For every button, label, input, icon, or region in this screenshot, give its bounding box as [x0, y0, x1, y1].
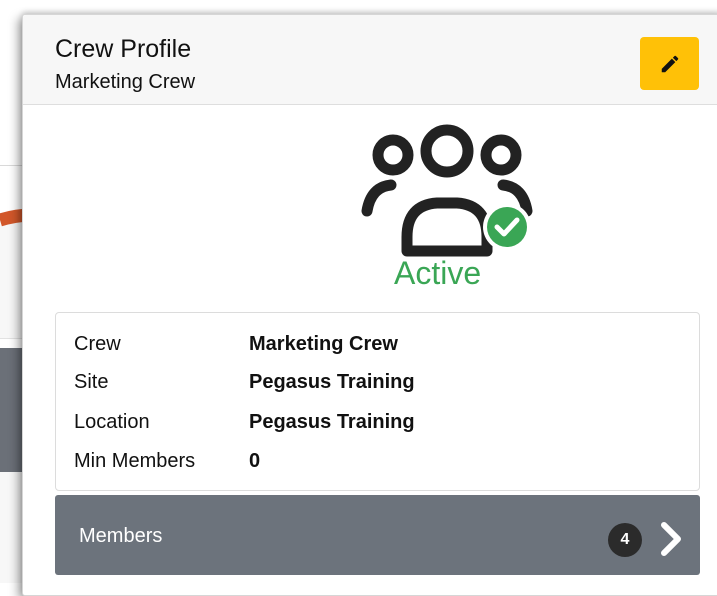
- detail-label: Min Members: [74, 450, 196, 472]
- chevron-right-icon: [661, 522, 681, 556]
- detail-label: Location: [74, 411, 150, 433]
- detail-value: Pegasus Training: [249, 411, 415, 433]
- background-panel-dark: [0, 348, 22, 472]
- crew-profile-card: Crew Profile Marketing Crew Active Crew …: [22, 14, 717, 596]
- detail-label: Crew: [74, 333, 121, 355]
- detail-value: Pegasus Training: [249, 371, 415, 393]
- detail-value: Marketing Crew: [249, 333, 398, 355]
- background-panel-low: [0, 472, 22, 583]
- members-label: Members: [79, 525, 163, 547]
- page-subtitle: Marketing Crew: [55, 71, 196, 93]
- members-count-badge: 4: [608, 523, 642, 557]
- detail-label: Site: [74, 371, 109, 393]
- pencil-icon: [661, 55, 678, 72]
- status-label: Active: [394, 255, 482, 291]
- card-header: Crew Profile Marketing Crew: [23, 15, 717, 105]
- check-circle-icon: [483, 203, 531, 251]
- detail-value: 0: [249, 450, 261, 472]
- edit-button[interactable]: [640, 37, 699, 90]
- crew-details-box: Crew Marketing Crew Site Pegasus Trainin…: [55, 312, 700, 491]
- crew-group-icon: [361, 124, 533, 257]
- members-button[interactable]: Members 4: [55, 495, 700, 575]
- page-title: Crew Profile: [55, 35, 192, 63]
